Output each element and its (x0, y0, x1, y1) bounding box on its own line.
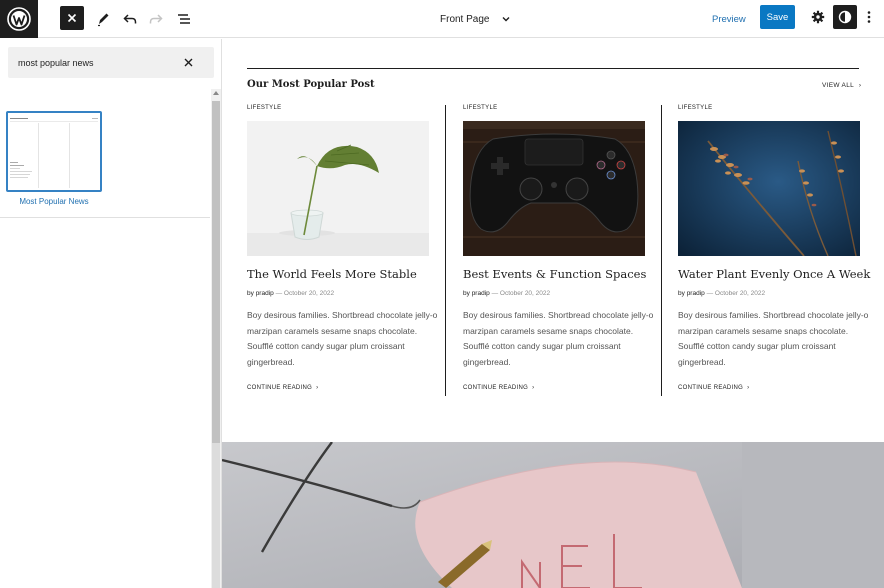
preview-button[interactable]: Preview (712, 0, 746, 38)
dried-plant-blue-background-image (678, 121, 860, 256)
post-card[interactable]: LIFESTYLE The World Feels More Stable by… (247, 105, 437, 405)
post-category[interactable]: LIFESTYLE (678, 105, 712, 111)
pattern-thumbnail (8, 113, 100, 190)
document-title: Front Page (440, 13, 490, 25)
post-category[interactable]: LIFESTYLE (247, 105, 281, 111)
continue-reading-label: CONTINUE READING (247, 385, 313, 391)
scrollbar-track (212, 443, 220, 588)
styles-button[interactable] (833, 5, 857, 29)
close-icon (67, 13, 77, 23)
wordpress-logo-icon[interactable] (0, 0, 38, 38)
byline-prefix: by (247, 290, 254, 297)
post-meta: by pradip — October 20, 2022 (463, 290, 550, 297)
post-card[interactable]: LIFESTYLE Best Events & Function Spaces … (463, 105, 653, 405)
post-featured-image[interactable] (247, 121, 429, 256)
post-author[interactable]: pradip (472, 290, 490, 297)
section-separator (247, 68, 859, 69)
cover-image-block[interactable] (222, 442, 884, 588)
pattern-preview[interactable] (6, 111, 102, 192)
post-meta: by pradip — October 20, 2022 (678, 290, 765, 297)
post-date: October 20, 2022 (714, 290, 766, 297)
continue-reading-label: CONTINUE READING (463, 385, 529, 391)
byline-prefix: by (678, 290, 685, 297)
view-all-label: VIEW ALL (822, 82, 854, 89)
chevron-right-icon: › (858, 82, 862, 89)
scrollbar-thumb[interactable] (212, 101, 220, 443)
post-date: October 20, 2022 (499, 290, 551, 297)
meta-separator: — (491, 290, 499, 297)
close-icon (184, 58, 192, 66)
post-date: October 20, 2022 (283, 290, 335, 297)
list-view-icon (178, 14, 190, 24)
view-all-link[interactable]: VIEW ALL › (822, 82, 861, 89)
post-title[interactable]: Water Plant Evenly Once A Week (678, 267, 878, 281)
divider (0, 217, 210, 218)
tools-button[interactable] (91, 7, 115, 31)
post-author[interactable]: pradip (256, 290, 274, 297)
post-featured-image[interactable] (463, 121, 645, 256)
chevron-right-icon: › (316, 385, 319, 391)
settings-button[interactable] (808, 7, 828, 27)
inserter-scrollbar[interactable] (211, 89, 221, 588)
document-title-dropdown[interactable]: Front Page (440, 0, 511, 38)
clear-search-button[interactable] (182, 56, 194, 68)
meta-separator: — (706, 290, 714, 297)
post-excerpt: Boy desirous families. Shortbread chocol… (247, 310, 438, 367)
editor-canvas[interactable]: Our Most Popular Post VIEW ALL › LIFESTY… (222, 39, 884, 588)
block-inserter-panel: Most Popular News (0, 39, 222, 588)
post-meta: by pradip — October 20, 2022 (247, 290, 334, 297)
pencil-icon (98, 13, 109, 27)
chevron-right-icon: › (532, 385, 535, 391)
pattern-label[interactable]: Most Popular News (6, 197, 102, 206)
plant-leaf-in-glass-vase-image (247, 121, 429, 256)
redo-icon (149, 14, 163, 24)
scroll-up-arrow-icon[interactable] (213, 91, 219, 95)
post-featured-image[interactable] (678, 121, 860, 256)
options-menu-button[interactable] (862, 7, 876, 27)
post-excerpt: Boy desirous families. Shortbread chocol… (678, 310, 869, 367)
continue-reading-label: CONTINUE READING (678, 385, 744, 391)
gear-icon (811, 10, 825, 24)
vertical-ellipsis-icon (867, 11, 871, 23)
continue-reading-link[interactable]: CONTINUE READING › (463, 385, 534, 391)
post-excerpt: Boy desirous families. Shortbread chocol… (463, 310, 654, 367)
byline-prefix: by (463, 290, 470, 297)
post-author[interactable]: pradip (687, 290, 705, 297)
post-title[interactable]: Best Events & Function Spaces (463, 267, 663, 281)
undo-button[interactable] (118, 7, 142, 31)
redo-button[interactable] (144, 7, 168, 31)
pattern-search (8, 47, 214, 78)
post-category[interactable]: LIFESTYLE (463, 105, 497, 111)
post-card[interactable]: LIFESTYLE Water Plant Evenly Once A Week… (678, 105, 870, 405)
column-divider (445, 105, 446, 396)
undo-icon (123, 14, 137, 24)
chevron-right-icon: › (747, 385, 750, 391)
column-divider (661, 105, 662, 396)
chevron-down-icon (502, 17, 510, 22)
continue-reading-link[interactable]: CONTINUE READING › (247, 385, 318, 391)
pink-card-with-glasses-image (222, 442, 884, 588)
save-button[interactable]: Save (760, 5, 795, 29)
search-input[interactable] (18, 47, 178, 78)
game-controller-image (463, 121, 645, 256)
list-view-button[interactable] (172, 7, 196, 31)
section-heading[interactable]: Our Most Popular Post (247, 79, 375, 90)
continue-reading-link[interactable]: CONTINUE READING › (678, 385, 749, 391)
half-circle-contrast-icon (838, 10, 852, 24)
close-inserter-button[interactable] (60, 6, 84, 30)
editor-header: Front Page Preview Save (0, 0, 884, 38)
meta-separator: — (275, 290, 283, 297)
post-title[interactable]: The World Feels More Stable (247, 267, 447, 281)
